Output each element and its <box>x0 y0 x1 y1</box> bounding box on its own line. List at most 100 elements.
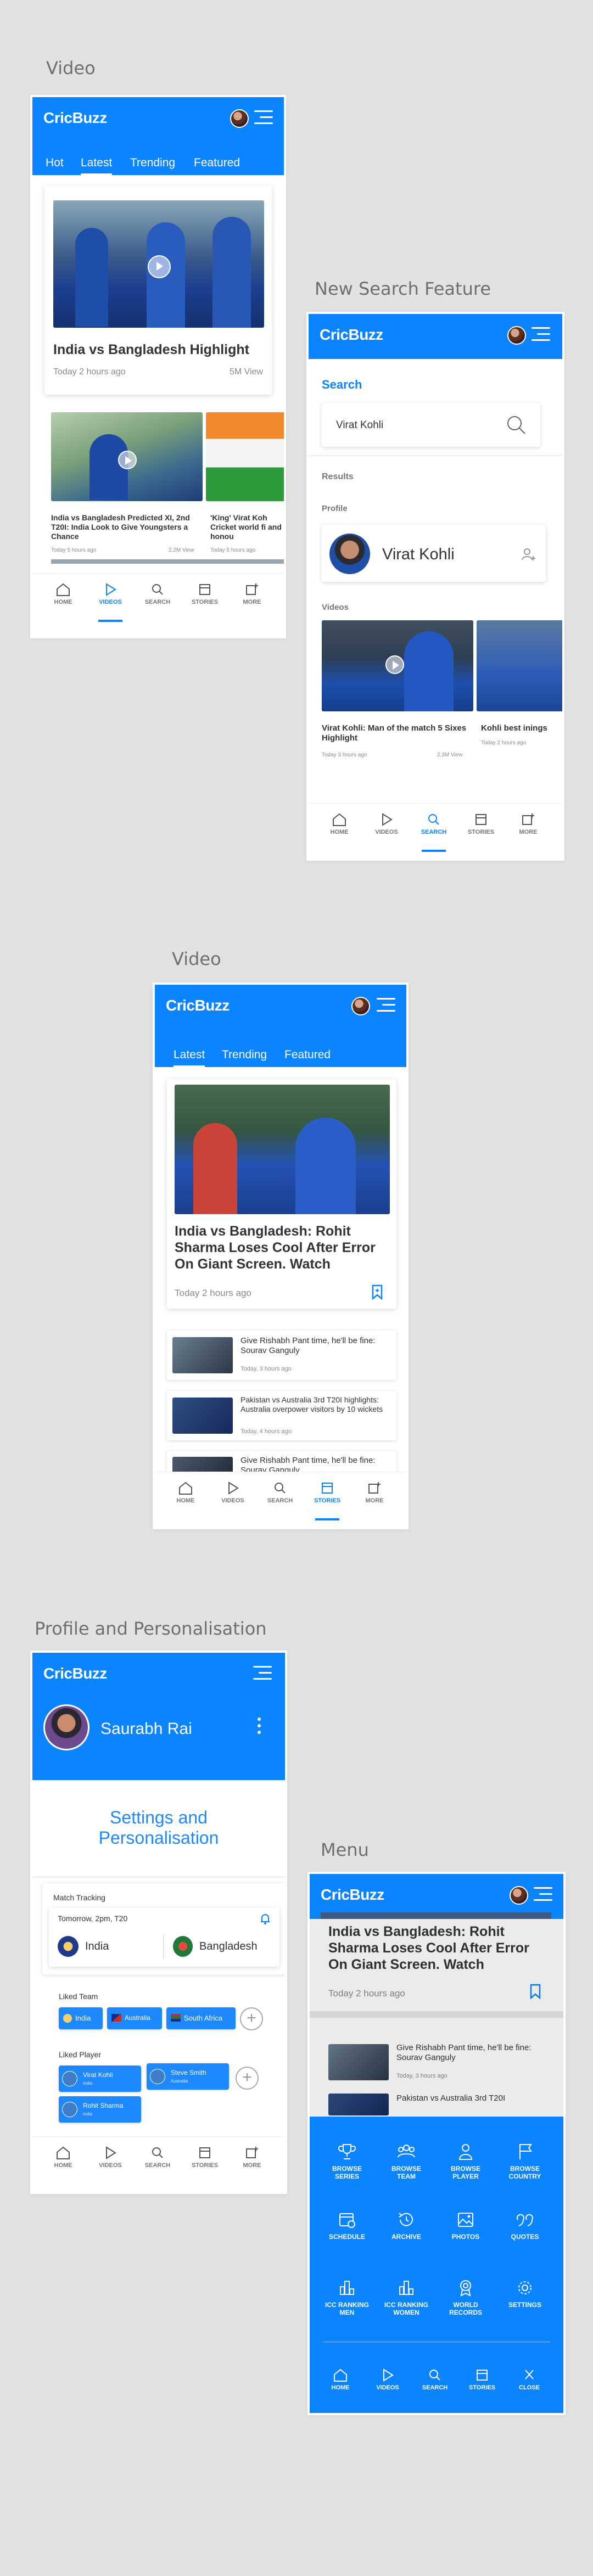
team2-name: Bangladesh <box>199 1940 258 1952</box>
video-tabs: Latest Trending Featured <box>155 1043 406 1067</box>
menu-browse-country[interactable]: BROWSE COUNTRY <box>496 2143 553 2180</box>
menu-icon[interactable] <box>532 327 550 343</box>
nav-videos[interactable]: VIDEOS <box>93 2146 128 2169</box>
menu-browse-series[interactable]: BROWSE SERIES <box>318 2143 376 2180</box>
user-avatar[interactable] <box>510 1886 528 1905</box>
nav-stories[interactable]: STORIES <box>463 812 499 835</box>
liked-player-chip[interactable]: Rohit Sharma India <box>59 2096 141 2123</box>
featured-story-card[interactable]: India vs Bangladesh: Rohit Sharma Loses … <box>167 1079 396 1309</box>
menu-photos[interactable]: PHOTOS <box>437 2211 494 2241</box>
brand-logo[interactable]: CricBuzz <box>43 1665 107 1682</box>
nav-stories[interactable]: STORIES <box>465 2368 500 2391</box>
brand-logo[interactable]: CricBuzz <box>43 109 107 127</box>
brand-logo[interactable]: CricBuzz <box>320 326 383 344</box>
liked-player-chip[interactable]: Virat Kohli India <box>59 2066 141 2092</box>
player-profile-result[interactable]: Virat Kohli <box>322 525 546 582</box>
menu-icc-ranking-men[interactable]: ICC RANKING MEN <box>318 2279 376 2316</box>
menu-schedule[interactable]: SCHEDULE <box>318 2211 376 2241</box>
nav-search[interactable]: SEARCH <box>262 1481 298 1504</box>
news-list-item[interactable]: Give Rishabh Pant time, he'll be fine: S… <box>167 1451 396 1473</box>
nav-videos[interactable]: VIDEOS <box>215 1481 250 1504</box>
search-video-thumbnail-2[interactable] <box>477 620 562 711</box>
menu-icon[interactable] <box>253 1666 272 1681</box>
search-video-title: Virat Kohli: Man of the match 5 Sixes Hi… <box>322 723 467 743</box>
nav-home[interactable]: HOME <box>322 812 357 835</box>
nav-home[interactable]: HOME <box>46 582 81 605</box>
nav-search[interactable]: SEARCH <box>140 2146 175 2169</box>
liked-team-chip[interactable]: South Africa <box>166 2007 236 2029</box>
search-icon <box>275 1483 286 1494</box>
video-list-item[interactable] <box>44 409 204 501</box>
menu-world-records[interactable]: WORLD RECORDS <box>437 2279 494 2316</box>
add-team-button[interactable]: + <box>240 2007 263 2030</box>
user-avatar[interactable] <box>507 326 526 345</box>
menu-icon[interactable] <box>254 110 273 126</box>
news-list-item[interactable]: Pakistan vs Australia 3rd T20I highlight… <box>167 1391 396 1440</box>
search-input[interactable]: Virat Kohli <box>322 403 540 447</box>
tab-hot[interactable]: Hot <box>46 156 64 170</box>
nav-videos[interactable]: VIDEOS <box>369 812 404 835</box>
player-team: India <box>83 2112 93 2117</box>
india-crest-icon <box>58 1936 79 1957</box>
liked-team-chip[interactable]: Australia <box>107 2007 162 2029</box>
tracked-match[interactable]: Tomorrow, 2pm, T20 India Bangladesh <box>49 1907 279 1967</box>
settings-title: Settings and Personalisation <box>98 1808 219 1848</box>
featured-video-views: 5M View <box>229 367 263 377</box>
nav-stories[interactable]: STORIES <box>310 1481 345 1520</box>
section-label-menu: Menu <box>321 1839 369 1860</box>
featured-video-title: India vs Bangladesh Highlight <box>53 342 249 357</box>
search-video-thumbnail[interactable] <box>322 620 473 711</box>
menu-settings[interactable]: SETTINGS <box>496 2279 553 2309</box>
menu-icon[interactable] <box>534 1887 552 1902</box>
user-avatar[interactable] <box>230 109 249 128</box>
menu-quotes[interactable]: QUOTES <box>496 2211 553 2241</box>
play-icon[interactable] <box>148 255 171 278</box>
nav-stories[interactable]: STORIES <box>187 2146 222 2169</box>
nav-more[interactable]: MORE <box>511 812 546 835</box>
play-icon[interactable] <box>118 451 137 469</box>
tab-featured[interactable]: Featured <box>194 156 240 170</box>
menu-icon[interactable] <box>377 998 395 1013</box>
profile-avatar[interactable] <box>43 1704 89 1750</box>
nav-more[interactable]: MORE <box>357 1481 392 1504</box>
menu-icc-ranking-women[interactable]: ICC RANKING WOMEN <box>378 2279 435 2316</box>
tab-trending[interactable]: Trending <box>130 156 175 170</box>
notification-bell-icon[interactable] <box>260 1913 271 1925</box>
play-icon[interactable] <box>385 655 404 674</box>
nav-home[interactable]: HOME <box>323 2368 358 2391</box>
featured-video-card[interactable]: India vs Bangladesh Highlight Today 2 ho… <box>44 186 272 395</box>
nav-search[interactable]: SEARCH <box>416 812 451 852</box>
nav-home[interactable]: HOME <box>168 1481 203 1504</box>
user-avatar[interactable] <box>351 997 370 1015</box>
video-thumbnail-2[interactable] <box>206 412 284 501</box>
menu-browse-team[interactable]: BROWSE TEAM <box>378 2143 435 2180</box>
tab-trending[interactable]: Trending <box>222 1048 267 1062</box>
add-player-button[interactable]: + <box>236 2067 259 2090</box>
nav-more[interactable]: MORE <box>234 582 270 605</box>
add-user-icon[interactable] <box>522 548 536 561</box>
search-icon[interactable] <box>505 414 527 436</box>
news-list-item[interactable]: Give Rishabh Pant time, he'll be fine: S… <box>167 1331 396 1380</box>
nav-home[interactable]: HOME <box>46 2146 81 2169</box>
menu-archive[interactable]: ARCHIVE <box>378 2211 435 2241</box>
liked-player-chip[interactable]: Steve Smith Australia <box>147 2063 229 2090</box>
app-header: CricBuzz Latest Trending Featured <box>155 985 406 1067</box>
player-avatar <box>62 2071 77 2086</box>
nav-search[interactable]: SEARCH <box>417 2368 452 2391</box>
liked-team-chip[interactable]: India <box>59 2007 103 2029</box>
stories-icon <box>199 2147 210 2158</box>
more-options-icon[interactable] <box>258 1718 261 1735</box>
bookmark-icon[interactable] <box>371 1284 383 1300</box>
nav-more[interactable]: MORE <box>234 2146 270 2169</box>
nav-search[interactable]: SEARCH <box>140 582 175 605</box>
menu-browse-player[interactable]: BROWSE PLAYER <box>437 2143 494 2180</box>
tab-featured[interactable]: Featured <box>284 1048 331 1062</box>
nav-stories[interactable]: STORIES <box>187 582 222 605</box>
nav-close[interactable]: CLOSE <box>512 2368 547 2391</box>
nav-videos[interactable]: VIDEOS <box>370 2368 405 2391</box>
tab-latest[interactable]: Latest <box>81 156 113 175</box>
tab-latest[interactable]: Latest <box>174 1048 205 1067</box>
nav-videos[interactable]: VIDEOS <box>93 582 128 622</box>
brand-logo[interactable]: CricBuzz <box>166 997 230 1014</box>
brand-logo[interactable]: CricBuzz <box>321 1886 384 1904</box>
